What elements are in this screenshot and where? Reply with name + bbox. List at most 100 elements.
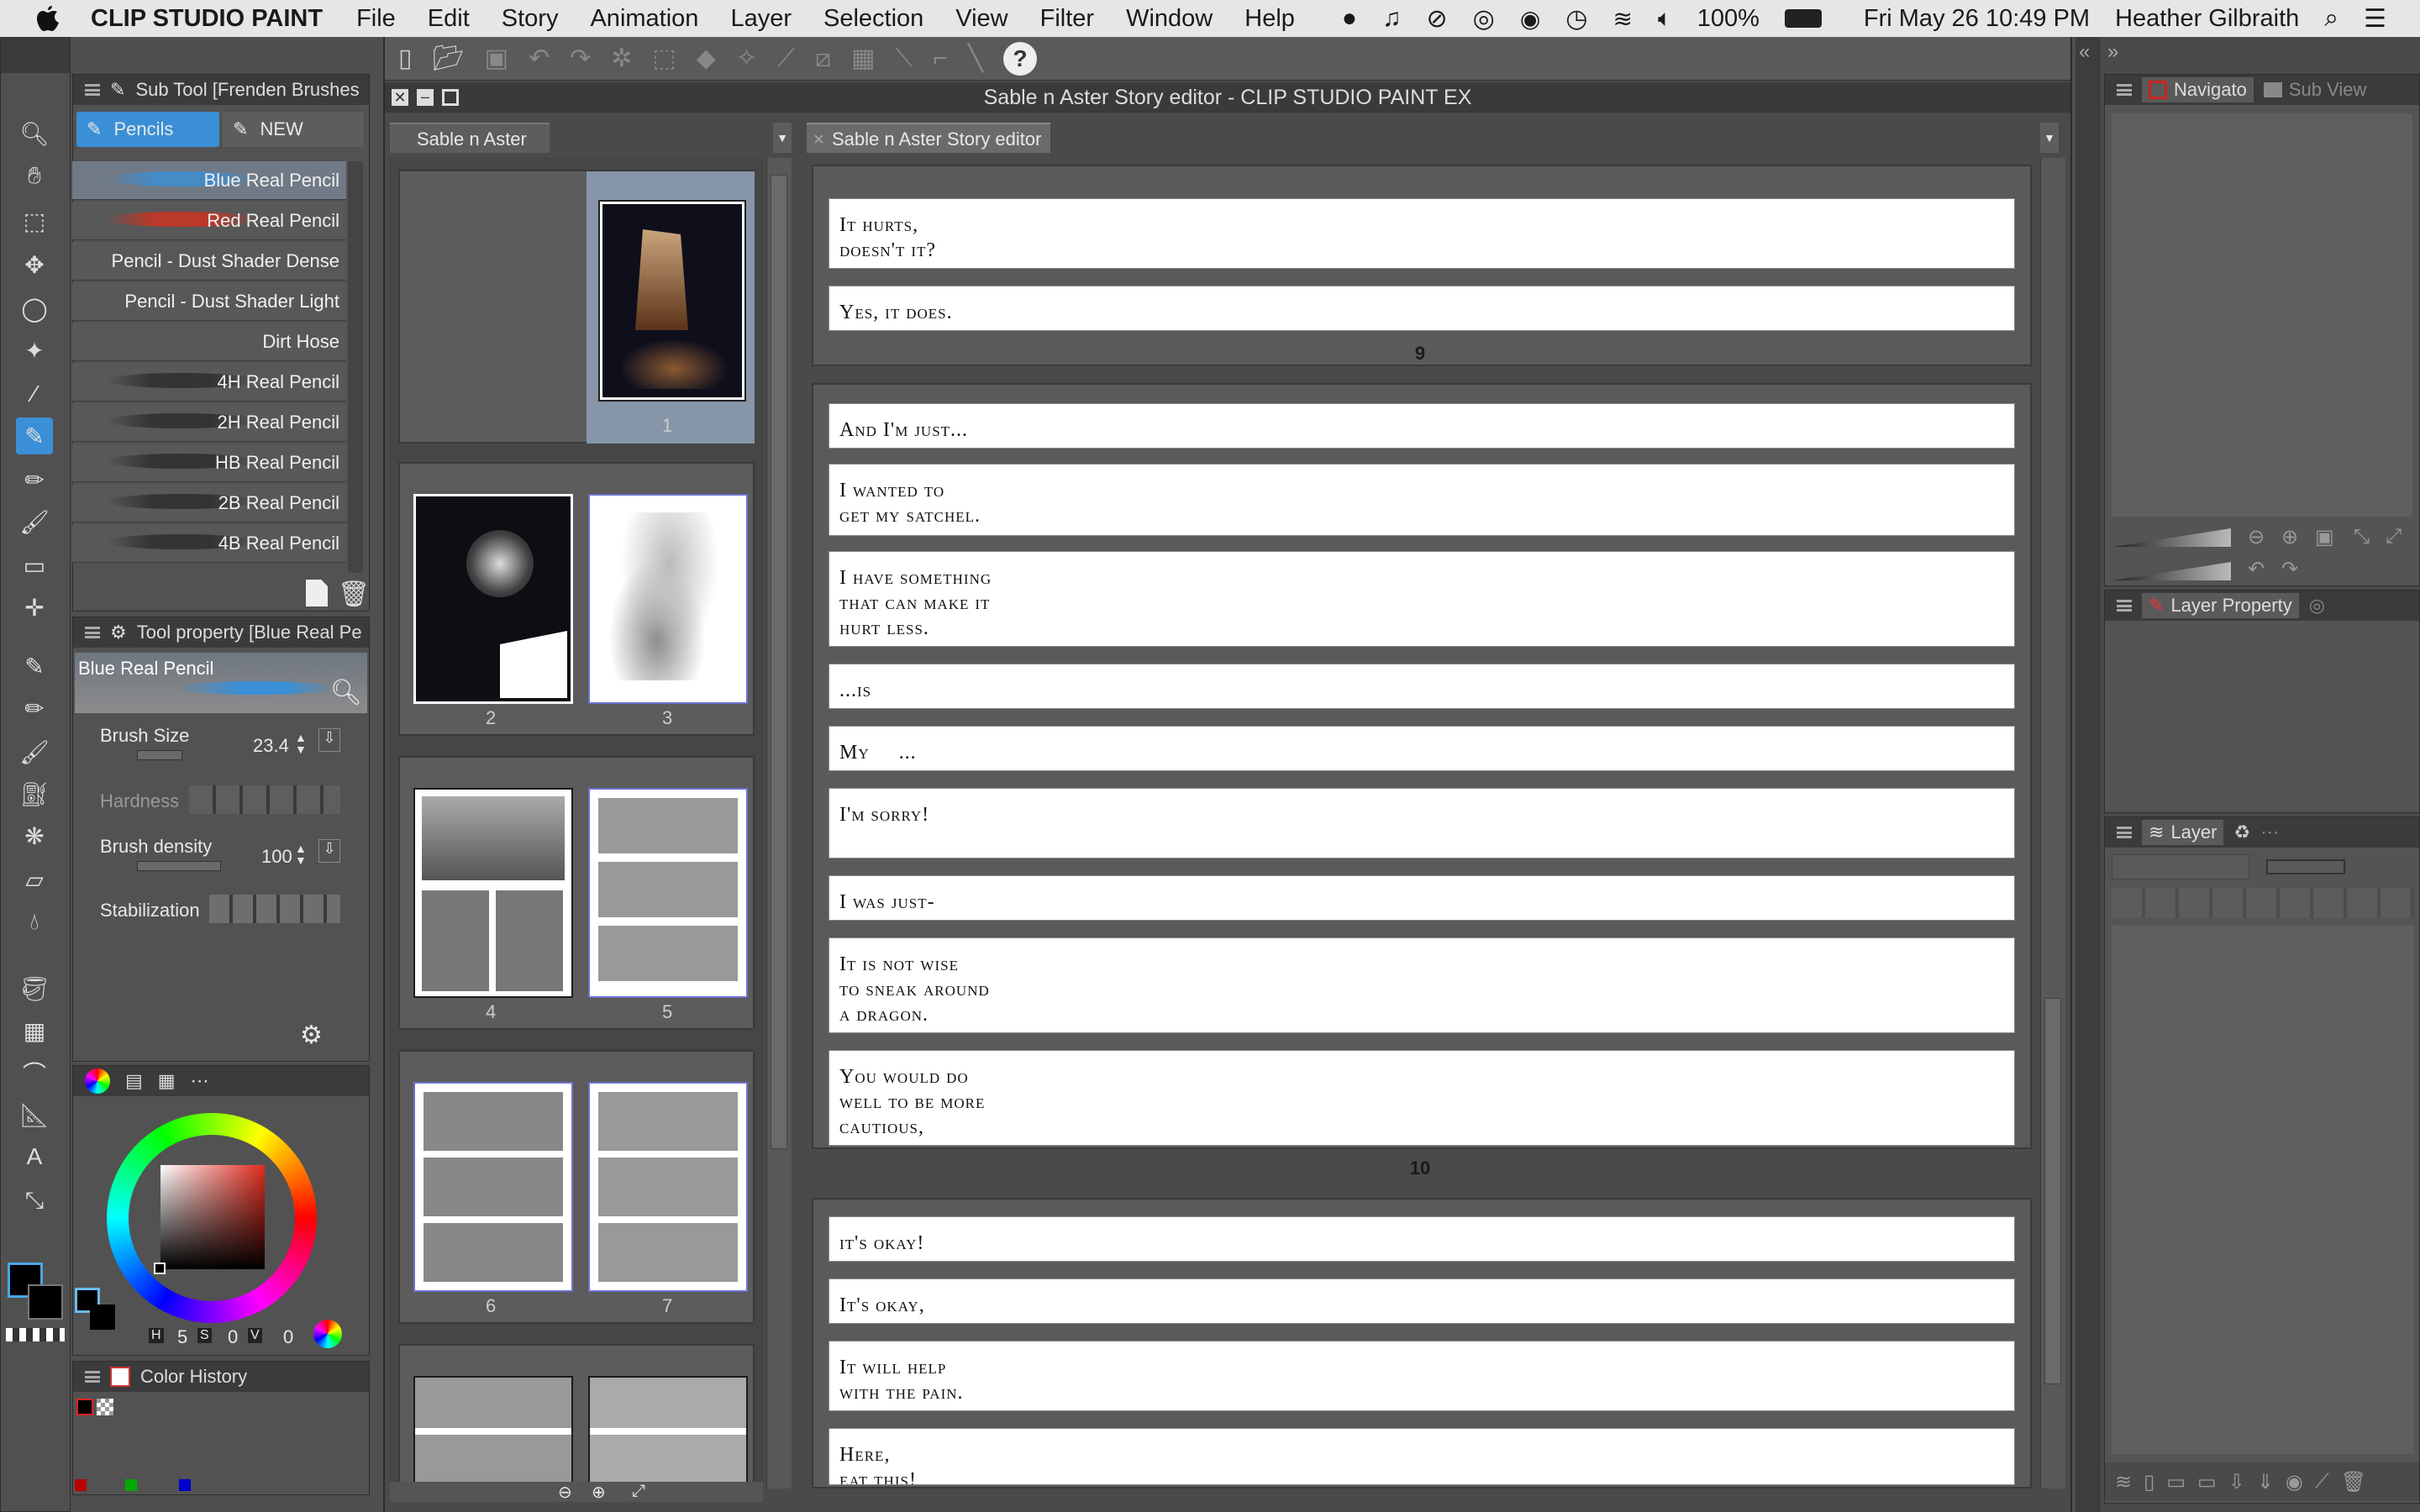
- page-thumbnail-4[interactable]: [413, 788, 573, 998]
- navigator-preview[interactable]: [2112, 113, 2412, 517]
- app-menu[interactable]: CLIP STUDIO PAINT: [91, 5, 323, 33]
- story-tab-dropdown-icon[interactable]: ▼: [2040, 123, 2059, 153]
- close-tab-icon[interactable]: ×: [813, 124, 824, 155]
- story-editor-scrollbar[interactable]: [2040, 158, 2065, 1488]
- volume-icon[interactable]: 🔈︎: [1658, 5, 1672, 33]
- help-icon[interactable]: ?: [1003, 41, 1038, 76]
- tab-story-editor[interactable]: × Sable n Aster Story editor: [807, 123, 1050, 153]
- dock-collapse-bar[interactable]: «: [2075, 37, 2101, 1512]
- rotate-slider[interactable]: [2113, 562, 2231, 580]
- page-thumbnail-9[interactable]: [588, 1376, 748, 1488]
- maximize-window-icon[interactable]: [442, 89, 459, 106]
- brush-density-slider[interactable]: [137, 861, 221, 871]
- menu-animation[interactable]: Animation: [590, 5, 698, 33]
- transparent-swatch[interactable]: [6, 1328, 65, 1341]
- expand-dock-icon[interactable]: «: [2079, 40, 2090, 64]
- panel-menu-icon[interactable]: [85, 627, 100, 638]
- save-icon[interactable]: ▣: [485, 44, 508, 73]
- brush-item-2b-real-pencil[interactable]: 2B Real Pencil: [72, 484, 346, 522]
- figure-tool-icon[interactable]: ⌒: [16, 1054, 53, 1091]
- grid-icon[interactable]: ▦: [851, 44, 875, 73]
- tab-layer[interactable]: ≋ Layer: [2142, 820, 2224, 845]
- tab-animation-cels[interactable]: ♻: [2233, 822, 2250, 843]
- menu-edit[interactable]: Edit: [428, 5, 470, 33]
- dialogue-row[interactable]: I wanted to get my satchel.: [829, 464, 2015, 536]
- zoom-in-icon[interactable]: ⊕: [592, 1482, 606, 1503]
- combine-down-icon[interactable]: ⇓: [2257, 1470, 2274, 1494]
- blend-tool-icon[interactable]: ✛: [16, 589, 53, 626]
- menu-file[interactable]: File: [356, 5, 396, 33]
- dialogue-row[interactable]: It will help with the pain.: [829, 1341, 2015, 1411]
- nav-fit-icon[interactable]: ▣: [2315, 525, 2334, 549]
- layer-list[interactable]: [2112, 925, 2414, 1454]
- nav-zoom-in-icon[interactable]: ⊕: [2281, 525, 2298, 549]
- pen-tool-icon[interactable]: ✎: [16, 417, 53, 454]
- page-spread-4-5[interactable]: 4 5: [398, 756, 755, 1030]
- panel-menu-icon[interactable]: [85, 84, 100, 96]
- gradient-tool-icon[interactable]: ▦: [16, 1012, 53, 1049]
- close-window-icon[interactable]: ✕: [392, 89, 408, 106]
- battery-icon[interactable]: [1784, 9, 1822, 28]
- menu-view[interactable]: View: [955, 5, 1007, 33]
- dialogue-row[interactable]: Yes, it does.: [829, 286, 2015, 331]
- color-set-tab-icon[interactable]: ▦: [158, 1070, 176, 1092]
- dialogue-row[interactable]: Here, eat this!: [829, 1428, 2015, 1485]
- menu-layer[interactable]: Layer: [730, 5, 792, 33]
- page-thumbnail-5[interactable]: [588, 788, 748, 998]
- cloud-icon[interactable]: ◎: [1473, 4, 1495, 34]
- snap-grid-icon[interactable]: ⧄: [815, 45, 831, 73]
- history-swatch-green[interactable]: [125, 1479, 137, 1491]
- operation-tool-icon[interactable]: ⬚: [16, 202, 53, 239]
- add-subtool-icon[interactable]: [306, 580, 328, 606]
- move-layer-icon[interactable]: ✥: [16, 246, 53, 283]
- saturation-value-square[interactable]: [160, 1165, 265, 1269]
- correct-line-icon[interactable]: ⤡: [16, 1182, 53, 1219]
- notification-center-icon[interactable]: ☰: [2364, 4, 2386, 34]
- page-thumbnail-8[interactable]: [413, 1376, 573, 1488]
- intermediate-color-tab-icon[interactable]: ⋯: [191, 1070, 209, 1092]
- deselect-icon[interactable]: ✧: [736, 44, 757, 73]
- music-icon[interactable]: ♫: [1382, 4, 1402, 33]
- ruler-snap-icon[interactable]: ⟋: [777, 45, 795, 73]
- pen-mode-icon[interactable]: ╲: [968, 44, 983, 73]
- pencil-subtool-icon[interactable]: ✏︎: [16, 690, 53, 727]
- menu-selection[interactable]: Selection: [823, 5, 923, 33]
- blend-mode-select[interactable]: [2112, 854, 2249, 879]
- density-pressure-icon[interactable]: ⇩: [318, 839, 340, 863]
- pressure-settings-icon[interactable]: ⇩: [318, 728, 340, 752]
- hand-tool-icon[interactable]: ✋︎: [16, 157, 53, 194]
- color-mode-icon[interactable]: [313, 1320, 342, 1348]
- fit-view-icon[interactable]: ⤢: [632, 1482, 645, 1501]
- cat-status-icon[interactable]: ●: [1342, 4, 1357, 33]
- new-folder-icon[interactable]: ▭: [2197, 1470, 2217, 1494]
- auto-select-icon[interactable]: ✦: [16, 332, 53, 369]
- ruler-layer-icon[interactable]: ⟋: [2315, 1470, 2329, 1494]
- panel-menu-icon[interactable]: [2117, 84, 2132, 96]
- pages-scrollbar[interactable]: [766, 158, 792, 1488]
- density-stepper-icon[interactable]: ▲ ▼: [295, 843, 307, 866]
- color-slider-tab-icon[interactable]: ▤: [125, 1070, 143, 1092]
- dialogue-row[interactable]: You would do well to be more cautious,: [829, 1050, 2015, 1146]
- pages-tab-dropdown-icon[interactable]: ▼: [773, 123, 792, 153]
- rotate-left-icon[interactable]: ↶: [2248, 557, 2265, 581]
- text-tool-icon[interactable]: A: [16, 1138, 53, 1175]
- new-file-icon[interactable]: ▯: [398, 44, 413, 73]
- new-raster-layer-icon[interactable]: ▯: [2144, 1470, 2154, 1494]
- zoom-tool-icon[interactable]: 🔍︎: [16, 115, 53, 152]
- panel-menu-icon[interactable]: [2117, 600, 2132, 612]
- history-swatch-red[interactable]: [75, 1479, 87, 1491]
- brush-item-blue-real-pencil[interactable]: Blue Real Pencil: [72, 161, 346, 200]
- sub-tool-scrollbar[interactable]: [348, 161, 363, 573]
- clear-icon[interactable]: ✲: [611, 44, 632, 73]
- page-spread-8-9[interactable]: [398, 1344, 755, 1488]
- new-vector-layer-icon[interactable]: ▭: [2166, 1470, 2186, 1494]
- dialogue-row[interactable]: I have something that can make it hurt l…: [829, 551, 2015, 647]
- mask-icon[interactable]: ◉: [2286, 1470, 2303, 1494]
- dialogue-row[interactable]: And I'm just...: [829, 403, 2015, 449]
- layer-options-toolbar[interactable]: [2112, 888, 2414, 918]
- stroke-correction-icon[interactable]: ⟍: [895, 45, 913, 73]
- zoom-slider[interactable]: [2113, 528, 2231, 547]
- brush-item-hb-real-pencil[interactable]: HB Real Pencil: [72, 444, 346, 482]
- page-spread-1[interactable]: 1: [398, 170, 755, 444]
- webcam-icon[interactable]: ◉: [1520, 5, 1540, 33]
